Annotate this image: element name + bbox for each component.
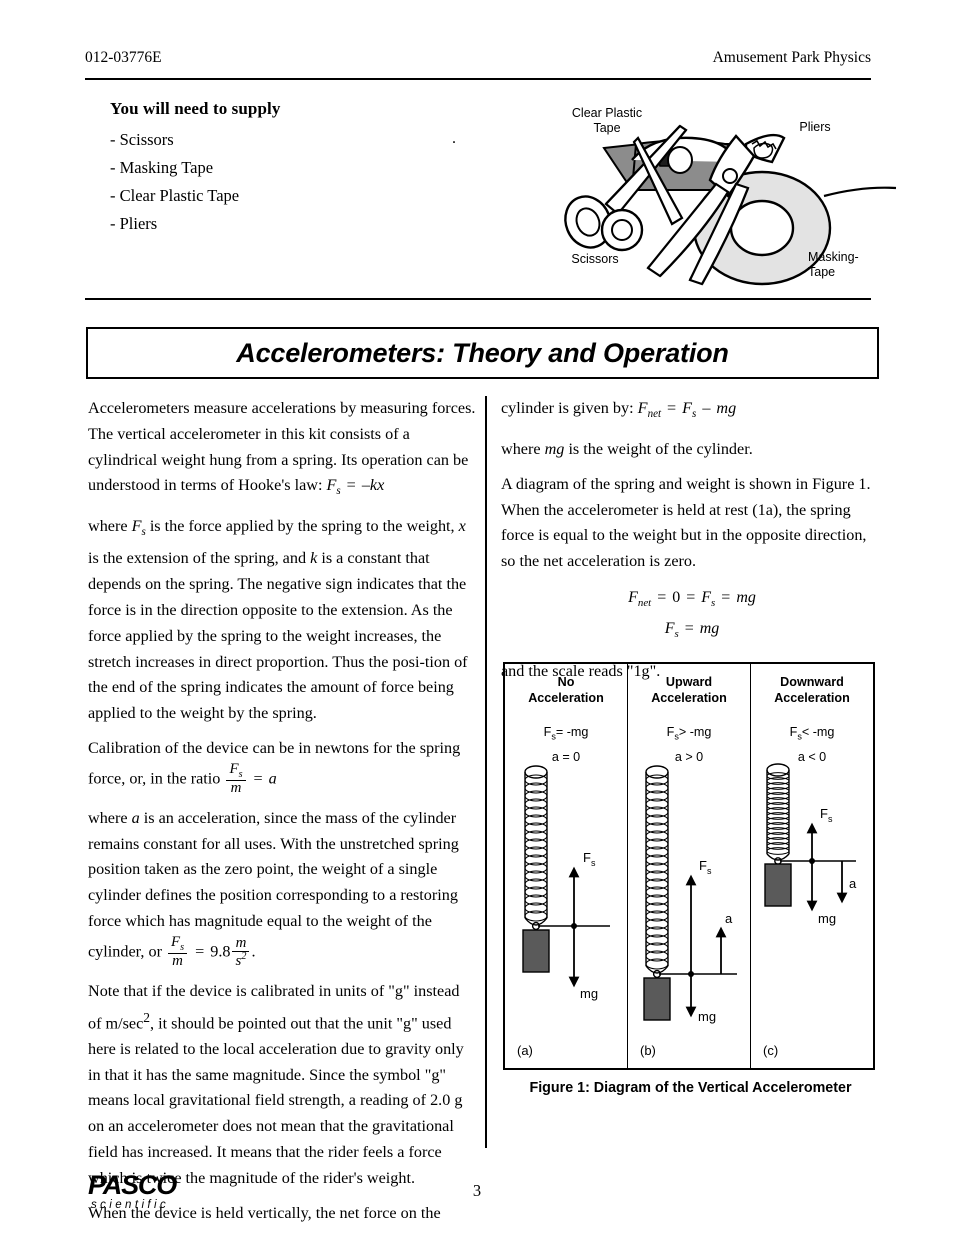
figure-caption: Figure 1: Diagram of the Vertical Accele… — [529, 1080, 852, 1096]
page-number: 3 — [472, 1181, 482, 1200]
panel-a-title: No Acceleration — [505, 674, 627, 706]
panel-b-accel-label: a — [725, 911, 733, 926]
figure-panel-b: Upward Acceleration Fs> -mg a > 0 Fs mg … — [628, 664, 751, 1068]
panel-b-eq1: Fs> -mg — [666, 725, 712, 742]
supply-heading: You will need to supply — [110, 99, 281, 118]
list-item: - Pliers — [110, 214, 158, 233]
stray-period-mark: . — [452, 130, 456, 147]
paragraph-diagram-desc: A diagram of the spring and weight is sh… — [501, 474, 871, 571]
spring-stretched — [645, 765, 669, 979]
panel-c-diagram: Fs mg a — [764, 763, 857, 926]
panel-a-force-label: Fs — [583, 850, 596, 868]
panel-b-title-line2: Acceleration — [651, 691, 727, 705]
label-scissors: Scissors — [571, 252, 619, 266]
panel-c-force-label: Fs — [820, 806, 833, 824]
label-pliers: Pliers — [799, 120, 831, 134]
running-title: Amusement Park Physics — [712, 49, 871, 66]
document-page: 012-03776E Amusement Park Physics You wi… — [0, 0, 954, 1235]
panel-a-weight-label: mg — [580, 986, 598, 1001]
weight-block — [643, 977, 671, 1021]
paragraph-intro-text: Accelerometers measure accelerations by … — [88, 399, 476, 495]
header-rule — [85, 78, 871, 80]
paragraph-intro: Accelerometers measure accelerations by … — [88, 399, 476, 498]
figure-panel-a: No Acceleration Fs= -mg a = 0 Fs mg (a) — [505, 664, 628, 1068]
panel-b-diagram: Fs mg a — [643, 765, 737, 1024]
panel-c-accel-label: a — [849, 876, 857, 891]
figure-panel-c: Downward Acceleration Fs< -mg a < 0 Fs m… — [751, 664, 873, 1068]
list-item: - Masking Tape — [110, 158, 214, 177]
spring-compressed — [766, 763, 790, 865]
panel-c-eq1: Fs< -mg — [789, 725, 835, 742]
panel-c-title-line2: Acceleration — [774, 691, 850, 705]
document-number: 012-03776E — [85, 49, 162, 66]
spring-rest — [524, 765, 548, 931]
panel-c-title: Downward Acceleration — [751, 674, 873, 706]
right-column: cylinder is given by: Fnet = Fs – mg where m… — [501, 396, 883, 694]
paragraph-cylinder-eq: cylinder is given by: Fnet = Fs – mg — [501, 399, 737, 421]
equation-ratio: Fs m — [226, 761, 246, 797]
weight-block — [522, 929, 550, 973]
panel-a-title-line2: Acceleration — [528, 691, 604, 705]
paragraph-cylinder-text: cylinder is given by: — [501, 399, 638, 417]
panel-b-title-line1: Upward — [665, 675, 713, 689]
list-item: - Clear Plastic Tape — [110, 186, 240, 205]
page-title: Accelerometers: Theory and Operation — [236, 337, 729, 368]
equation-fs-mg: Fs = mg — [664, 620, 720, 641]
panel-c-label: (c) — [763, 1043, 779, 1058]
running-head: 012-03776E Amusement Park Physics — [85, 47, 871, 69]
panel-c-weight-label: mg — [818, 911, 836, 926]
equation-hooke: Fs — [326, 476, 341, 498]
equation-fnet: Fnet — [637, 399, 662, 421]
figure-1: No Acceleration Fs= -mg a = 0 Fs mg (a) … — [503, 662, 875, 1070]
panel-c-title-line1: Downward — [780, 675, 844, 689]
weight-block — [764, 863, 792, 907]
panel-b-force-label: Fs — [699, 858, 712, 876]
paragraph-acceleration: where a is an acceleration, since the ma… — [88, 808, 459, 970]
label-masking-tape: Masking- Tape — [808, 250, 859, 279]
paragraph-calibration: Calibration of the device can be in newt… — [88, 739, 461, 797]
supply-list: - Scissors - Masking Tape - Clear Plasti… — [110, 126, 460, 238]
equation-block: Fnet = 0 = Fs = mg Fs = mg — [501, 585, 883, 647]
column-divider — [485, 396, 487, 1148]
supply-block: You will need to supply - Scissors - Mas… — [110, 99, 460, 238]
paragraph-where-fs: where Fs is the force applied by the spr… — [88, 517, 468, 723]
equation-gravity: Fs m — [168, 934, 188, 970]
title-banner: Accelerometers: Theory and Operation — [86, 327, 879, 379]
panel-b-title: Upward Acceleration — [628, 674, 750, 706]
paragraph-units-note: Note that if the device is calibrated in… — [88, 981, 464, 1187]
panel-a-label: (a) — [517, 1043, 533, 1058]
label-clear-plastic-tape: Clear Plastic Tape — [571, 106, 643, 135]
equation-fnet-zero: Fnet = 0 = Fs = mg — [628, 589, 756, 610]
panel-a-eq1: Fs= -mg — [543, 725, 589, 742]
section-rule — [85, 298, 871, 300]
panel-a-title-line1: No — [557, 675, 575, 689]
panel-b-weight-label: mg — [698, 1009, 716, 1024]
paragraph-where-mg: where mg is the weight of the cylinder. — [501, 440, 753, 459]
panel-b-label: (b) — [640, 1043, 656, 1058]
left-column: Accelerometers measure accelerations by … — [88, 396, 476, 1235]
list-item: - Scissors — [110, 130, 174, 149]
tools-illustration: Clear Plastic Tape Pliers Scissors Maskin… — [540, 100, 900, 300]
panel-a-diagram: Fs mg — [522, 765, 610, 1001]
